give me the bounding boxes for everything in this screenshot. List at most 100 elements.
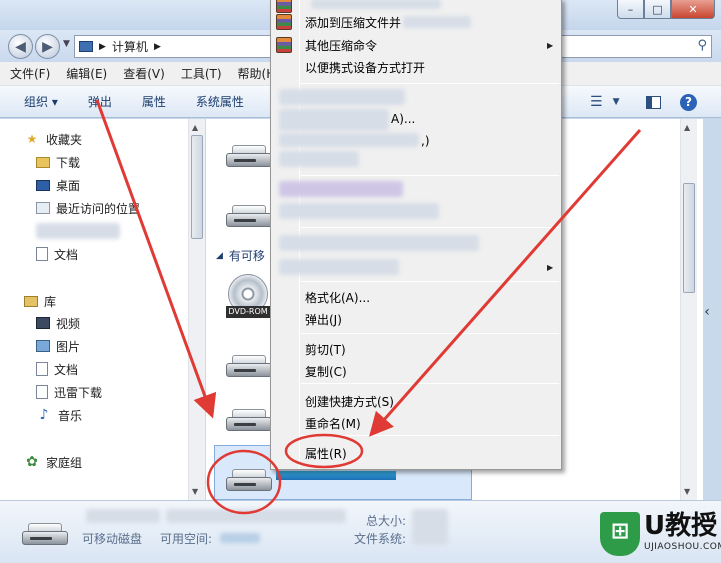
dvd-drive-icon[interactable]: DVD-ROM — [226, 274, 270, 320]
hard-drive-icon[interactable] — [226, 145, 272, 169]
removable-drive-icon[interactable] — [226, 409, 272, 433]
nav-lib-documents[interactable]: 文档 — [36, 359, 78, 379]
nav-desktop[interactable]: 桌面 — [36, 175, 80, 195]
nav-videos[interactable]: 视频 — [36, 313, 80, 333]
menu-edit[interactable]: 编辑(E) — [66, 65, 107, 82]
nav-downloads-label: 下载 — [56, 155, 81, 170]
blurred-menu-item — [311, 0, 441, 9]
menu-tools[interactable]: 工具(T) — [181, 65, 222, 82]
close-button[interactable]: ✕ — [671, 0, 715, 19]
menu-format[interactable]: 格式化(A)... — [305, 287, 370, 307]
arrow-left-icon: ◀ — [15, 38, 26, 55]
drive-type-label: 可移动磁盘 — [82, 532, 143, 546]
blurred-details-values — [412, 509, 448, 545]
scroll-down-icon[interactable]: ▼ — [684, 487, 690, 496]
removable-drive-icon[interactable] — [226, 469, 272, 493]
blurred-menu-item — [279, 203, 439, 219]
help-button[interactable]: ? — [680, 86, 697, 118]
winrar-icon — [276, 37, 292, 53]
menu-format-label: 格式化(A)... — [305, 290, 371, 305]
nav-documents-label: 文档 — [54, 247, 79, 262]
menu-add-to-archive[interactable]: 添加到压缩文件并 — [305, 12, 472, 32]
submenu-arrow-icon: ▶ — [547, 41, 554, 50]
recent-pages-dropdown[interactable]: ▼ — [63, 39, 70, 49]
desktop-icon — [36, 179, 50, 191]
address-bar[interactable]: ▶ 计算机 ▶ — [74, 35, 274, 58]
nav-pictures[interactable]: 图片 — [36, 336, 80, 356]
nav-downloads[interactable]: 下载 — [36, 152, 80, 172]
scroll-up-icon[interactable]: ▲ — [684, 123, 690, 132]
nav-homegroup[interactable]: ✿ 家庭组 — [24, 452, 82, 472]
star-icon: ★ — [26, 132, 38, 146]
menu-other-compress-label: 其他压缩命令 — [305, 38, 378, 53]
submenu-arrow-icon: ▶ — [547, 263, 554, 272]
blurred-menu-item — [279, 235, 479, 251]
nav-scrollbar[interactable]: ▲ ▼ — [188, 119, 205, 500]
context-menu: 添加到压缩文件并 其他压缩命令 ▶ 以便携式设备方式打开 A)... ,) ▶ … — [270, 0, 562, 470]
recent-places-icon — [36, 202, 50, 214]
forward-button[interactable]: ▶ — [35, 34, 60, 59]
organize-button[interactable]: 组织 ▾ — [24, 93, 58, 110]
chevron-left-icon: ‹ — [704, 304, 710, 320]
downloads-folder-icon — [36, 156, 50, 168]
eject-button[interactable]: 弹出 — [88, 93, 112, 110]
view-options-button[interactable]: ☰ ▼ — [590, 86, 619, 118]
menu-file[interactable]: 文件(F) — [10, 65, 50, 82]
maximize-button[interactable]: □ — [644, 0, 671, 19]
back-button[interactable]: ◀ — [8, 34, 33, 59]
content-scrollbar[interactable]: ▲ ▼ — [680, 119, 697, 500]
hard-drive-icon[interactable] — [226, 205, 272, 229]
menu-other-compress[interactable]: 其他压缩命令 — [305, 35, 377, 55]
music-icon: ♪ — [39, 407, 49, 423]
minimize-button[interactable]: – — [617, 0, 644, 19]
menu-cut[interactable]: 剪切(T) — [305, 339, 346, 359]
system-properties-button[interactable]: 系统属性 — [196, 93, 244, 110]
search-input[interactable]: ⚲ — [560, 35, 712, 58]
dvd-label: DVD-ROM — [226, 306, 270, 318]
free-space-label: 可用空间: — [160, 532, 213, 546]
properties-button[interactable]: 属性 — [142, 93, 166, 110]
menu-properties[interactable]: 属性(R) — [305, 443, 347, 463]
blurred-menu-item — [279, 259, 399, 275]
nav-desktop-label: 桌面 — [56, 178, 81, 193]
nav-favorites[interactable]: ★ 收藏夹 — [24, 129, 82, 149]
group-header-removable[interactable]: ◢ 有可移 — [216, 247, 265, 264]
nav-xunlei[interactable]: 迅雷下载 — [36, 382, 102, 402]
content-scrollbar-thumb[interactable] — [683, 183, 695, 293]
nav-music[interactable]: ♪ 音乐 — [36, 405, 82, 425]
menu-view[interactable]: 查看(V) — [123, 65, 165, 82]
collapse-panel-button[interactable]: ‹ — [699, 300, 715, 324]
nav-documents[interactable]: 文档 — [36, 244, 78, 264]
menu-blurred-b[interactable]: ,) — [421, 131, 430, 151]
scroll-up-icon[interactable]: ▲ — [192, 123, 198, 132]
menu-blurred-a-label: A)... — [391, 112, 416, 126]
search-icon[interactable]: ⚲ — [697, 38, 707, 53]
blurred-used-space — [166, 509, 346, 523]
window-controls: – □ ✕ — [617, 0, 715, 19]
breadcrumb-computer[interactable]: 计算机 — [112, 38, 148, 55]
nav-recent[interactable]: 最近访问的位置 — [36, 198, 140, 218]
nav-scrollbar-thumb[interactable] — [191, 135, 203, 239]
menu-rename[interactable]: 重命名(M) — [305, 413, 361, 433]
menu-properties-label: 属性(R) — [305, 446, 347, 461]
nav-pictures-label: 图片 — [56, 339, 81, 354]
menu-create-shortcut[interactable]: 创建快捷方式(S) — [305, 391, 394, 411]
menu-open-portable-label: 以便携式设备方式打开 — [305, 60, 426, 75]
preview-pane-button[interactable] — [646, 86, 661, 118]
shield-logo-icon: ⊞ — [600, 512, 640, 556]
nav-libraries[interactable]: 库 — [24, 291, 56, 311]
menu-blurred-a[interactable]: A)... — [391, 109, 415, 129]
menu-blurred-b-label: ,) — [421, 134, 430, 148]
menu-copy[interactable]: 复制(C) — [305, 361, 347, 381]
menu-open-portable[interactable]: 以便携式设备方式打开 — [305, 57, 425, 77]
chevron-down-icon: ▼ — [612, 97, 620, 107]
removable-drive-icon[interactable] — [226, 355, 272, 379]
menu-copy-label: 复制(C) — [305, 364, 347, 379]
computer-icon — [79, 41, 93, 52]
menu-eject[interactable]: 弹出(J) — [305, 309, 342, 329]
watermark-brand: U教授 — [644, 511, 718, 541]
drive-usage-bar — [276, 471, 396, 480]
scroll-down-icon[interactable]: ▼ — [192, 487, 198, 496]
blurred-menu-item — [279, 181, 403, 197]
file-system-label: 文件系统: — [354, 532, 407, 546]
